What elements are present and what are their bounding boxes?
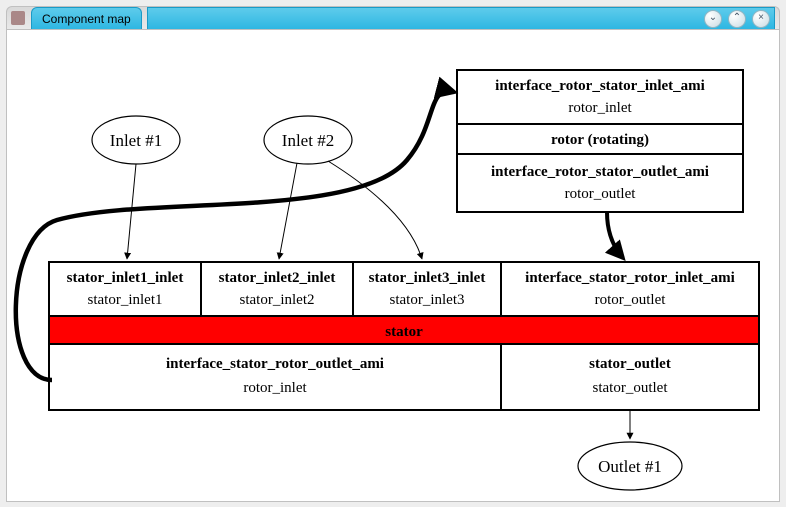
edge-inlet2-to-stator3 xyxy=(328,161,422,259)
titlebar-fill xyxy=(147,7,775,30)
outlet-1-node: Outlet #1 xyxy=(578,442,682,490)
rotor-row-1-sub: rotor_inlet xyxy=(568,100,632,116)
rotor-row-3-title: interface_rotor_stator_outlet_ami xyxy=(491,164,709,180)
tab-component-map[interactable]: Component map xyxy=(31,7,142,30)
tab-label: Component map xyxy=(42,12,131,26)
stator-top-cell-3-title: stator_inlet3_inlet xyxy=(369,270,486,286)
edge-rotor-outlet-to-stator-inlet-ami xyxy=(607,212,623,258)
stator-top-cell-2-sub: stator_inlet2 xyxy=(240,292,315,308)
rotor-row-3-sub: rotor_outlet xyxy=(565,186,637,202)
inlet-2-node: Inlet #2 xyxy=(264,116,352,164)
app-icon xyxy=(11,11,25,25)
rotor-row-1-title: interface_rotor_stator_inlet_ami xyxy=(495,78,705,94)
stator-bot-cell-1 xyxy=(49,344,501,410)
stator-bot-cell-2-title: stator_outlet xyxy=(589,356,671,372)
window-buttons: ⌄ ⌃ × xyxy=(704,10,770,28)
minimize-icon[interactable]: ⌄ xyxy=(704,10,722,28)
app-window: Component map ⌄ ⌃ × stator_in xyxy=(0,0,786,507)
stator-bot-cell-2-sub: stator_outlet xyxy=(593,380,669,396)
titlebar: Component map xyxy=(6,6,780,29)
stator-top-cell-4-sub: rotor_outlet xyxy=(595,292,667,308)
rotor-row-3 xyxy=(457,154,743,212)
edge-inlet2-to-stator2 xyxy=(279,163,297,259)
stator-top-cell-2-title: stator_inlet2_inlet xyxy=(219,270,336,286)
inlet-1-node: Inlet #1 xyxy=(92,116,180,164)
stator-bot-cell-1-title: interface_stator_rotor_outlet_ami xyxy=(166,356,384,372)
stator-top-cell-1-title: stator_inlet1_inlet xyxy=(67,270,184,286)
stator-top-cell-1-sub: stator_inlet1 xyxy=(88,292,163,308)
maximize-icon[interactable]: ⌃ xyxy=(728,10,746,28)
outlet-1-label: Outlet #1 xyxy=(598,457,662,476)
diagram-canvas: stator_inlet1_inlet stator_inlet1 stator… xyxy=(7,30,779,501)
inlet-1-label: Inlet #1 xyxy=(110,131,162,150)
stator-top-cell-4-title: interface_stator_rotor_inlet_ami xyxy=(525,270,735,286)
content-area: stator_inlet1_inlet stator_inlet1 stator… xyxy=(6,29,780,502)
stator-bot-cell-1-sub: rotor_inlet xyxy=(243,380,307,396)
rotor-block: interface_rotor_stator_inlet_ami rotor_i… xyxy=(457,70,743,212)
stator-block: stator_inlet1_inlet stator_inlet1 stator… xyxy=(49,262,759,410)
rotor-row-2-title: rotor (rotating) xyxy=(551,132,649,148)
stator-top-cell-3-sub: stator_inlet3 xyxy=(390,292,465,308)
stator-mid-title: stator xyxy=(385,324,423,340)
close-icon[interactable]: × xyxy=(752,10,770,28)
stator-bot-cell-2 xyxy=(501,344,759,410)
inlet-2-label: Inlet #2 xyxy=(282,131,334,150)
